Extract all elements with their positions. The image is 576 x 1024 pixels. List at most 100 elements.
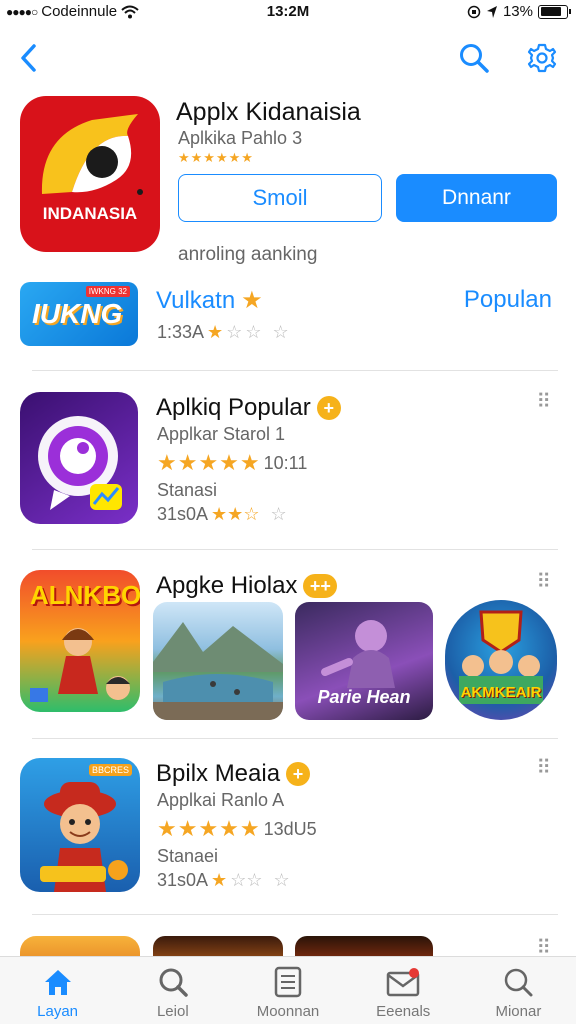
- app-icon: ALNKBO: [20, 570, 140, 712]
- hero-subtitle: Aplkika Pahlo 3: [178, 128, 303, 148]
- star-icon: ☆: [272, 322, 289, 342]
- primary-action-button[interactable]: Dnnanr: [396, 174, 557, 222]
- app-icon: [20, 936, 140, 956]
- tab-label: Leiol: [156, 1003, 189, 1020]
- divider: [32, 914, 558, 915]
- more-options-icon[interactable]: ⠿: [536, 758, 552, 778]
- search-icon: [460, 44, 489, 73]
- nav-bar: [0, 32, 576, 82]
- star-icon: ★: [211, 870, 228, 890]
- hero-app: INDANASIA Applx Kidanaisia Aplkika Pahlo…: [20, 96, 560, 266]
- settings-button[interactable]: [522, 38, 562, 78]
- add-badge-icon[interactable]: ++: [303, 574, 338, 598]
- screenshot-3[interactable]: AKMKEAIR: [445, 600, 557, 720]
- featured-app-icon: IWKNG 32 IUKNG: [20, 282, 138, 346]
- star-icon: ★: [207, 322, 224, 342]
- hero-app-icon[interactable]: INDANASIA: [20, 96, 160, 252]
- five-stars-icon: ★★★★★: [157, 816, 261, 841]
- star-icon: ☆: [226, 322, 243, 342]
- back-button[interactable]: [8, 38, 48, 78]
- app-rating-small: 31s0A ★★☆ ☆: [157, 504, 287, 525]
- star-icon: ☆: [273, 870, 290, 890]
- tab-mionar[interactable]: Mionar: [461, 957, 576, 1024]
- app-extra: Stanasi: [157, 480, 218, 500]
- screenshot-2-caption: Parie Hean: [317, 687, 411, 707]
- home-icon: [41, 965, 75, 999]
- app-rating-text: 31s0A: [157, 504, 209, 524]
- secondary-action-button[interactable]: Smoil: [178, 174, 382, 222]
- tab-label: Moonnan: [256, 1003, 320, 1020]
- hero-note: anroling aanking: [178, 244, 318, 265]
- landscape-image: [153, 622, 283, 720]
- shield-icon: [459, 610, 543, 704]
- app-extra: Stanaei: [157, 846, 219, 866]
- app-title-text: Aplkiq Popular: [156, 394, 311, 421]
- camera-pin-icon: [38, 416, 122, 510]
- featured-icon-tag: IWKNG 32: [85, 286, 130, 297]
- location-arrow-icon: [486, 5, 497, 18]
- rotation-lock-icon: [467, 5, 481, 18]
- app-title-text: Apgke Hiolax: [156, 572, 298, 599]
- app-title: Aplkiq Popular +: [156, 394, 341, 422]
- list-item-partial[interactable]: ⠿: [20, 936, 560, 956]
- battery-icon: [538, 4, 571, 19]
- list-item[interactable]: ALNKBO Apgke Hiolax ++ ⠿ Parie Hean AKMK…: [20, 570, 560, 720]
- featured-rating: 1:33A ★ ☆ ☆ ☆: [157, 322, 289, 343]
- featured-icon-text: IUKNG: [32, 298, 123, 329]
- rating-count: 13dU5: [263, 818, 317, 839]
- search-icon: [156, 965, 190, 999]
- app-icon-tag: BBCRES: [88, 764, 132, 776]
- featured-title: Vulkatn ★: [156, 286, 263, 315]
- screenshot-thumb: [295, 936, 433, 956]
- star-icon: ☆: [245, 322, 262, 342]
- app-title-text: Bpilx Meaia: [156, 760, 281, 787]
- featured-rating-text: 1:33A: [157, 322, 205, 342]
- rating-count: 10:11: [263, 452, 308, 473]
- divider: [32, 549, 558, 550]
- gear-icon: [527, 43, 557, 73]
- more-options-icon[interactable]: ⠿: [536, 572, 552, 592]
- hero-rating-stars: ★★★★★★: [178, 150, 254, 165]
- status-bar: ●●●●○ Codeinnule 13:2M 13%: [0, 0, 576, 24]
- app-subtitle: Applkai Ranlo A: [157, 790, 285, 810]
- add-badge-icon[interactable]: +: [316, 396, 341, 420]
- mail-icon: [386, 965, 420, 999]
- app-rating-text: 31s0A: [157, 870, 209, 890]
- tab-leiol[interactable]: Leiol: [115, 957, 230, 1024]
- tab-layan[interactable]: Layan: [0, 957, 115, 1024]
- screenshot-thumb: [153, 936, 283, 956]
- battery-percent: 13%: [502, 3, 533, 20]
- tab-eeenals[interactable]: Eeenals: [346, 957, 461, 1024]
- hero-title: Applx Kidanaisia: [176, 98, 361, 126]
- chevron-left-icon: [21, 44, 36, 72]
- app-rating-small: 31s0A ★ ☆☆ ☆: [157, 870, 290, 891]
- list-item[interactable]: Aplkiq Popular + Applkar Starol 1 ★★★★★ …: [20, 392, 560, 528]
- list-item[interactable]: BBCRES Bpilx Meaia + Applkai Ranlo A ★★★…: [20, 758, 560, 894]
- star-icon: ☆☆: [230, 870, 263, 890]
- character-icon: [30, 628, 130, 702]
- app-title: Apgke Hiolax ++: [156, 572, 338, 600]
- search-icon: [501, 965, 535, 999]
- more-options-icon[interactable]: ⠿: [536, 938, 552, 956]
- app-icon: [20, 392, 138, 524]
- screenshot-1[interactable]: [153, 602, 283, 720]
- featured-app-row[interactable]: IWKNG 32 IUKNG Vulkatn ★ Populan 1:33A ★…: [20, 282, 560, 352]
- tab-label: Layan: [37, 1003, 79, 1020]
- featured-title-text: Vulkatn: [156, 286, 236, 314]
- featured-link[interactable]: Populan: [464, 286, 552, 314]
- more-options-icon[interactable]: ⠿: [536, 392, 552, 412]
- app-rating-row: ★★★★★ 13dU5: [157, 816, 317, 842]
- tab-label: Eeenals: [376, 1003, 431, 1020]
- divider: [32, 370, 558, 371]
- app-icon: BBCRES: [20, 758, 140, 892]
- search-button[interactable]: [454, 38, 494, 78]
- tab-label: Mionar: [495, 1003, 542, 1020]
- add-badge-icon[interactable]: +: [286, 762, 311, 786]
- tab-bar: Layan Leiol Moonnan Eeenals Mionar: [0, 956, 576, 1024]
- star-icon: ★★☆: [211, 504, 260, 524]
- list-icon: [271, 965, 305, 999]
- app-title: Bpilx Meaia +: [156, 760, 311, 788]
- app-rating-row: ★★★★★ 10:11: [157, 450, 307, 476]
- screenshot-2[interactable]: Parie Hean: [295, 602, 433, 720]
- tab-moonnan[interactable]: Moonnan: [230, 957, 345, 1024]
